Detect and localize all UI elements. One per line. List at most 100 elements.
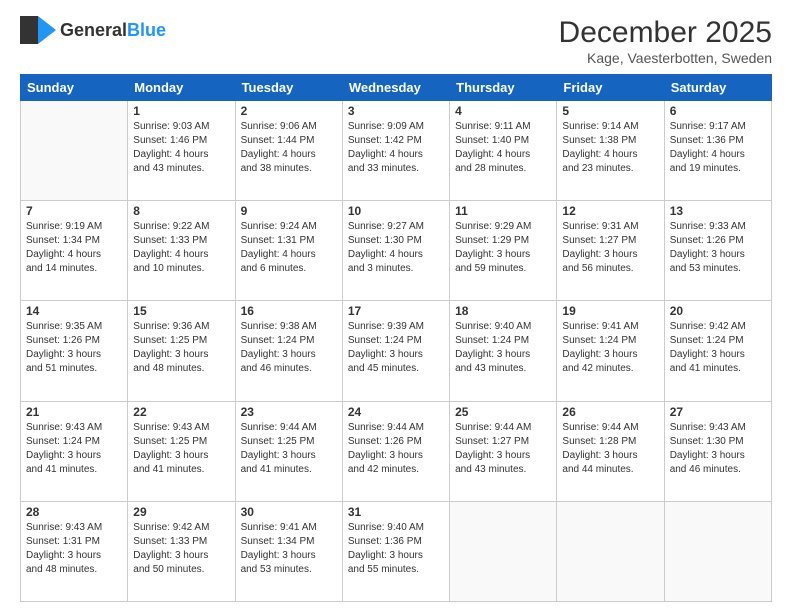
- day-number: 31: [348, 505, 444, 519]
- month-title: December 2025: [559, 16, 772, 50]
- calendar-cell: 22Sunrise: 9:43 AM Sunset: 1:25 PM Dayli…: [128, 401, 235, 501]
- calendar-week-2: 7 Sunrise: 9:19 AM Sunset: 1:34 PM Daylig…: [21, 201, 772, 301]
- day-info: Sunrise: 9:43 AM Sunset: 1:31 PM Dayligh…: [26, 521, 122, 577]
- day-number: 13: [670, 204, 766, 218]
- calendar-cell: 27Sunrise: 9:43 AM Sunset: 1:30 PM Dayli…: [664, 401, 771, 501]
- day-number: 30: [241, 505, 337, 519]
- col-saturday: Saturday: [664, 75, 771, 101]
- day-number: 28: [26, 505, 122, 519]
- calendar-cell: 18 Sunrise: 9:40 AM Sunset: 1:24 PM Dayli…: [450, 301, 557, 401]
- day-info: Sunrise: 9:41 AM Sunset: 1:34 PM Dayligh…: [241, 521, 337, 577]
- calendar-cell: 12Sunrise: 9:31 AM Sunset: 1:27 PM Dayli…: [557, 201, 664, 301]
- calendar-cell: 30 Sunrise: 9:41 AM Sunset: 1:34 PM Dayli…: [235, 501, 342, 601]
- calendar-cell: 6Sunrise: 9:17 AM Sunset: 1:36 PM Daylig…: [664, 101, 771, 201]
- calendar-cell: 24 Sunrise: 9:44 AM Sunset: 1:26 PM Dayli…: [342, 401, 449, 501]
- calendar-cell: 3 Sunrise: 9:09 AM Sunset: 1:42 PM Daylig…: [342, 101, 449, 201]
- day-info: Sunrise: 9:43 AM Sunset: 1:30 PM Dayligh…: [670, 421, 766, 477]
- day-number: 21: [26, 405, 122, 419]
- day-number: 8: [133, 204, 229, 218]
- calendar-week-4: 21 Sunrise: 9:43 AM Sunset: 1:24 PM Dayli…: [21, 401, 772, 501]
- calendar-cell: 8 Sunrise: 9:22 AM Sunset: 1:33 PM Daylig…: [128, 201, 235, 301]
- calendar-cell: 10 Sunrise: 9:27 AM Sunset: 1:30 PM Dayli…: [342, 201, 449, 301]
- day-info: Sunrise: 9:44 AM Sunset: 1:25 PM Dayligh…: [241, 421, 337, 477]
- day-info: Sunrise: 9:40 AM Sunset: 1:36 PM Dayligh…: [348, 521, 444, 577]
- day-info: Sunrise: 9:44 AM Sunset: 1:28 PM Dayligh…: [562, 421, 658, 477]
- calendar-cell: 28 Sunrise: 9:43 AM Sunset: 1:31 PM Dayli…: [21, 501, 128, 601]
- day-info: Sunrise: 9:31 AM Sunset: 1:27 PM Dayligh…: [562, 220, 658, 276]
- day-info: Sunrise: 9:41 AM Sunset: 1:24 PM Dayligh…: [562, 320, 658, 376]
- calendar-cell: 14 Sunrise: 9:35 AM Sunset: 1:26 PM Dayli…: [21, 301, 128, 401]
- day-number: 11: [455, 204, 551, 218]
- logo-icon: [20, 16, 56, 44]
- day-number: 3: [348, 104, 444, 118]
- day-number: 17: [348, 304, 444, 318]
- day-info: Sunrise: 9:27 AM Sunset: 1:30 PM Dayligh…: [348, 220, 444, 276]
- day-info: Sunrise: 9:09 AM Sunset: 1:42 PM Dayligh…: [348, 120, 444, 176]
- day-info: Sunrise: 9:43 AM Sunset: 1:25 PM Dayligh…: [133, 421, 229, 477]
- day-info: Sunrise: 9:44 AM Sunset: 1:27 PM Dayligh…: [455, 421, 551, 477]
- logo-general-text: General: [60, 20, 127, 40]
- day-number: 5: [562, 104, 658, 118]
- calendar-week-3: 14 Sunrise: 9:35 AM Sunset: 1:26 PM Dayli…: [21, 301, 772, 401]
- calendar-cell: 20 Sunrise: 9:42 AM Sunset: 1:24 PM Dayli…: [664, 301, 771, 401]
- day-info: Sunrise: 9:36 AM Sunset: 1:25 PM Dayligh…: [133, 320, 229, 376]
- col-wednesday: Wednesday: [342, 75, 449, 101]
- calendar-week-1: 1 Sunrise: 9:03 AM Sunset: 1:46 PM Daylig…: [21, 101, 772, 201]
- calendar-cell: [557, 501, 664, 601]
- day-number: 1: [133, 104, 229, 118]
- day-info: Sunrise: 9:22 AM Sunset: 1:33 PM Dayligh…: [133, 220, 229, 276]
- day-info: Sunrise: 9:19 AM Sunset: 1:34 PM Dayligh…: [26, 220, 122, 276]
- col-thursday: Thursday: [450, 75, 557, 101]
- calendar-table: Sunday Monday Tuesday Wednesday Thursday…: [20, 74, 772, 602]
- col-tuesday: Tuesday: [235, 75, 342, 101]
- logo-blue-text: Blue: [127, 20, 166, 40]
- day-number: 18: [455, 304, 551, 318]
- day-info: Sunrise: 9:24 AM Sunset: 1:31 PM Dayligh…: [241, 220, 337, 276]
- calendar-cell: 13Sunrise: 9:33 AM Sunset: 1:26 PM Dayli…: [664, 201, 771, 301]
- calendar-cell: 11Sunrise: 9:29 AM Sunset: 1:29 PM Dayli…: [450, 201, 557, 301]
- day-info: Sunrise: 9:11 AM Sunset: 1:40 PM Dayligh…: [455, 120, 551, 176]
- day-number: 6: [670, 104, 766, 118]
- logo: GeneralBlue: [20, 16, 166, 44]
- day-info: Sunrise: 9:06 AM Sunset: 1:44 PM Dayligh…: [241, 120, 337, 176]
- calendar-cell: 19 Sunrise: 9:41 AM Sunset: 1:24 PM Dayli…: [557, 301, 664, 401]
- day-info: Sunrise: 9:39 AM Sunset: 1:24 PM Dayligh…: [348, 320, 444, 376]
- day-number: 25: [455, 405, 551, 419]
- col-monday: Monday: [128, 75, 235, 101]
- day-number: 10: [348, 204, 444, 218]
- calendar-cell: [21, 101, 128, 201]
- day-number: 4: [455, 104, 551, 118]
- day-number: 29: [133, 505, 229, 519]
- col-friday: Friday: [557, 75, 664, 101]
- title-section: December 2025 Kage, Vaesterbotten, Swede…: [559, 16, 772, 66]
- day-number: 20: [670, 304, 766, 318]
- day-number: 23: [241, 405, 337, 419]
- day-info: Sunrise: 9:38 AM Sunset: 1:24 PM Dayligh…: [241, 320, 337, 376]
- day-info: Sunrise: 9:35 AM Sunset: 1:26 PM Dayligh…: [26, 320, 122, 376]
- day-info: Sunrise: 9:40 AM Sunset: 1:24 PM Dayligh…: [455, 320, 551, 376]
- calendar-cell: 9 Sunrise: 9:24 AM Sunset: 1:31 PM Daylig…: [235, 201, 342, 301]
- day-info: Sunrise: 9:42 AM Sunset: 1:33 PM Dayligh…: [133, 521, 229, 577]
- calendar-cell: 5 Sunrise: 9:14 AM Sunset: 1:38 PM Daylig…: [557, 101, 664, 201]
- day-number: 19: [562, 304, 658, 318]
- day-number: 24: [348, 405, 444, 419]
- calendar-cell: 26 Sunrise: 9:44 AM Sunset: 1:28 PM Dayli…: [557, 401, 664, 501]
- calendar-cell: [664, 501, 771, 601]
- day-number: 26: [562, 405, 658, 419]
- calendar-cell: 21 Sunrise: 9:43 AM Sunset: 1:24 PM Dayli…: [21, 401, 128, 501]
- location: Kage, Vaesterbotten, Sweden: [559, 50, 772, 66]
- day-info: Sunrise: 9:42 AM Sunset: 1:24 PM Dayligh…: [670, 320, 766, 376]
- header: GeneralBlue December 2025 Kage, Vaesterb…: [20, 16, 772, 66]
- calendar-cell: 25 Sunrise: 9:44 AM Sunset: 1:27 PM Dayli…: [450, 401, 557, 501]
- day-info: Sunrise: 9:44 AM Sunset: 1:26 PM Dayligh…: [348, 421, 444, 477]
- day-number: 14: [26, 304, 122, 318]
- day-number: 7: [26, 204, 122, 218]
- day-info: Sunrise: 9:14 AM Sunset: 1:38 PM Dayligh…: [562, 120, 658, 176]
- calendar-week-5: 28 Sunrise: 9:43 AM Sunset: 1:31 PM Dayli…: [21, 501, 772, 601]
- day-number: 9: [241, 204, 337, 218]
- day-info: Sunrise: 9:43 AM Sunset: 1:24 PM Dayligh…: [26, 421, 122, 477]
- calendar-cell: 23 Sunrise: 9:44 AM Sunset: 1:25 PM Dayli…: [235, 401, 342, 501]
- day-info: Sunrise: 9:03 AM Sunset: 1:46 PM Dayligh…: [133, 120, 229, 176]
- calendar-cell: 1 Sunrise: 9:03 AM Sunset: 1:46 PM Daylig…: [128, 101, 235, 201]
- calendar-cell: 16Sunrise: 9:38 AM Sunset: 1:24 PM Dayli…: [235, 301, 342, 401]
